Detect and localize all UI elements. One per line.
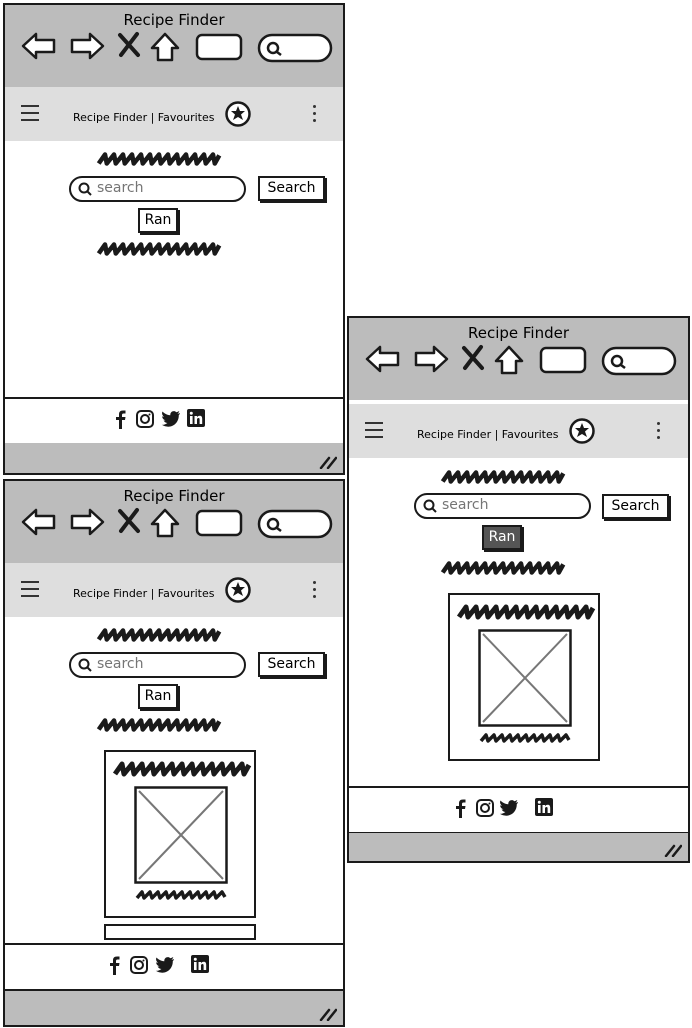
favourites-badge-icon[interactable] [225,577,251,603]
linkedin-icon[interactable] [187,409,205,427]
heading-scribble [440,470,566,484]
card-caption-scribble [479,733,571,743]
back-arrow-icon[interactable] [21,31,57,61]
resize-grip-icon[interactable] [662,843,682,857]
more-options-icon[interactable] [313,105,317,126]
search-input[interactable] [97,656,217,672]
favourites-badge-icon[interactable] [569,418,595,444]
window-title: Recipe Finder [123,487,225,505]
browser-search-box[interactable] [257,31,333,65]
browser-statusbar [5,443,343,473]
recipe-search-box[interactable] [69,652,246,678]
recipe-card[interactable] [448,593,600,761]
home-icon[interactable] [149,31,181,63]
instagram-icon[interactable] [475,798,495,818]
address-bar[interactable] [195,31,243,61]
search-button[interactable]: Search [602,494,669,519]
forward-arrow-icon[interactable] [413,344,449,374]
address-bar[interactable] [195,507,243,537]
random-button[interactable]: Ran [482,525,522,550]
back-arrow-icon[interactable] [365,344,401,374]
heading-scribble [96,152,222,166]
search-icon [423,499,437,513]
wireframe-search-results: Recipe Finder Recipe Finder | Favourites… [3,479,345,1027]
recipe-search-box[interactable] [414,493,591,519]
app-header: Recipe Finder | Favourites [349,404,688,458]
subheading-scribble [96,718,222,732]
more-options-icon[interactable] [657,422,661,443]
recipe-card[interactable] [104,750,256,918]
hamburger-menu-icon[interactable] [21,581,39,597]
browser-titlebar: Recipe Finder [5,5,343,87]
resize-grip-icon[interactable] [317,455,337,469]
subheading-scribble [96,242,222,256]
random-button[interactable]: Ran [138,208,178,233]
forward-arrow-icon[interactable] [69,31,105,61]
browser-statusbar [349,833,688,861]
forward-arrow-icon[interactable] [69,507,105,537]
hamburger-menu-icon[interactable] [365,422,383,438]
search-input[interactable] [442,497,562,513]
close-icon[interactable] [117,31,141,59]
facebook-icon[interactable] [107,955,121,975]
instagram-icon[interactable] [135,409,155,429]
app-header: Recipe Finder | Favourites [5,87,343,141]
browser-statusbar [5,991,343,1025]
address-bar[interactable] [539,344,587,374]
load-more-bar[interactable] [104,924,256,940]
browser-search-box[interactable] [601,344,677,378]
heading-scribble [96,628,222,642]
search-input[interactable] [97,180,217,196]
browser-search-box[interactable] [257,507,333,541]
search-icon [78,658,92,672]
twitter-icon[interactable] [499,798,519,818]
twitter-icon[interactable] [161,409,181,429]
wireframe-home: Recipe Finder Recipe Finder | Favourites… [3,3,345,475]
app-title: Recipe Finder | Favourites [417,428,559,441]
linkedin-icon[interactable] [191,955,209,973]
window-title: Recipe Finder [467,324,570,342]
app-title: Recipe Finder | Favourites [73,111,215,124]
app-title: Recipe Finder | Favourites [73,587,215,600]
back-arrow-icon[interactable] [21,507,57,537]
facebook-icon[interactable] [113,409,127,429]
home-icon[interactable] [149,507,181,539]
linkedin-icon[interactable] [535,798,553,816]
card-title-scribble [456,604,596,620]
instagram-icon[interactable] [129,955,149,975]
resize-grip-icon[interactable] [317,1007,337,1021]
page-footer [349,786,688,834]
card-caption-scribble [135,890,227,900]
window-title: Recipe Finder [123,11,225,29]
recipe-search-box[interactable] [69,176,246,202]
favourites-badge-icon[interactable] [225,101,251,127]
more-options-icon[interactable] [313,581,317,602]
close-icon[interactable] [461,344,485,372]
browser-titlebar: Recipe Finder [5,481,343,563]
card-title-scribble [112,761,252,777]
recipe-image-placeholder [134,786,228,884]
search-icon [78,182,92,196]
close-icon[interactable] [117,507,141,535]
recipe-image-placeholder [478,629,572,727]
wireframe-random-recipe: Recipe Finder Recipe Finder | Favourites… [347,316,690,863]
page-footer [5,943,343,991]
app-header: Recipe Finder | Favourites [5,563,343,617]
home-icon[interactable] [493,344,525,376]
browser-titlebar: Recipe Finder [349,318,688,400]
twitter-icon[interactable] [155,955,175,975]
page-footer [5,397,343,445]
random-button[interactable]: Ran [138,684,178,709]
subheading-scribble [440,561,566,575]
hamburger-menu-icon[interactable] [21,105,39,121]
search-button[interactable]: Search [258,652,325,677]
facebook-icon[interactable] [453,798,467,818]
search-button[interactable]: Search [258,176,325,201]
